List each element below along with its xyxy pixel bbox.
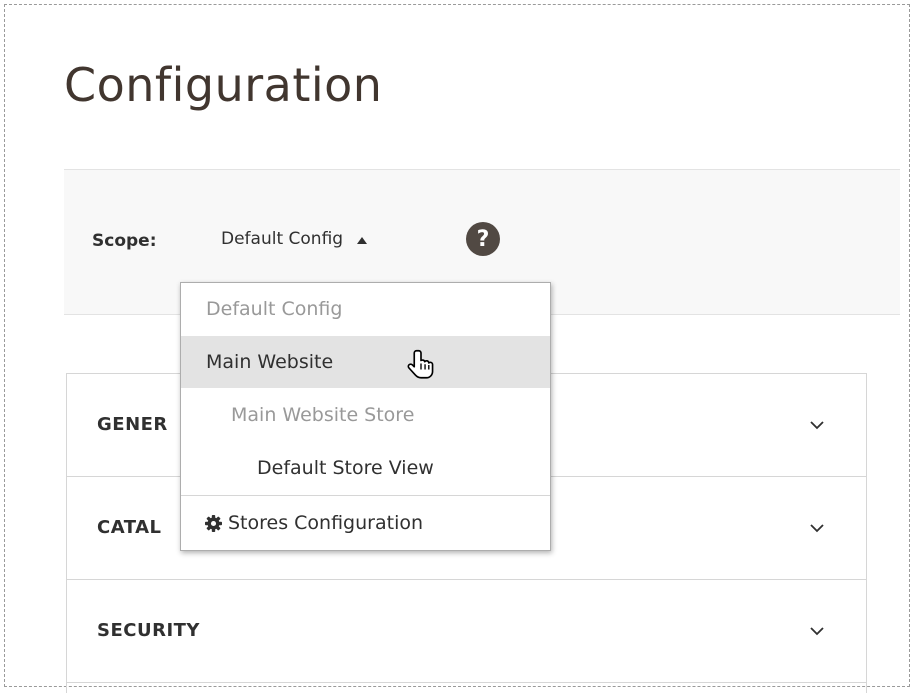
scope-switcher-button[interactable]: Default Config (221, 229, 368, 249)
section-title: GENER (97, 414, 168, 435)
gear-icon (205, 514, 222, 532)
chevron-down-icon (810, 421, 824, 430)
chevron-down-icon (810, 627, 824, 636)
scope-dropdown-menu: Default Config Main Website Main Website… (180, 282, 551, 551)
hand-pointer-cursor-icon (407, 349, 434, 379)
dropdown-item-default-config: Default Config (206, 298, 343, 320)
caret-up-icon (357, 236, 368, 244)
page-title: Configuration (64, 58, 383, 112)
scope-current-value: Default Config (221, 229, 344, 249)
dropdown-item-main-website-store: Main Website Store (231, 404, 415, 426)
section-security[interactable]: SECURITY (67, 580, 866, 683)
chevron-down-icon (810, 524, 824, 533)
help-icon[interactable]: ? (466, 222, 500, 256)
dropdown-item-main-website[interactable]: Main Website (181, 336, 550, 388)
stores-configuration-link[interactable]: Stores Configuration (181, 497, 550, 549)
dropdown-item-default-store-view[interactable]: Default Store View (181, 442, 550, 494)
section-title: SECURITY (97, 620, 200, 641)
section-title: CATAL (97, 517, 162, 538)
scope-label: Scope: (92, 231, 157, 251)
dropdown-divider (181, 495, 550, 496)
stores-configuration-label: Stores Configuration (228, 512, 424, 534)
